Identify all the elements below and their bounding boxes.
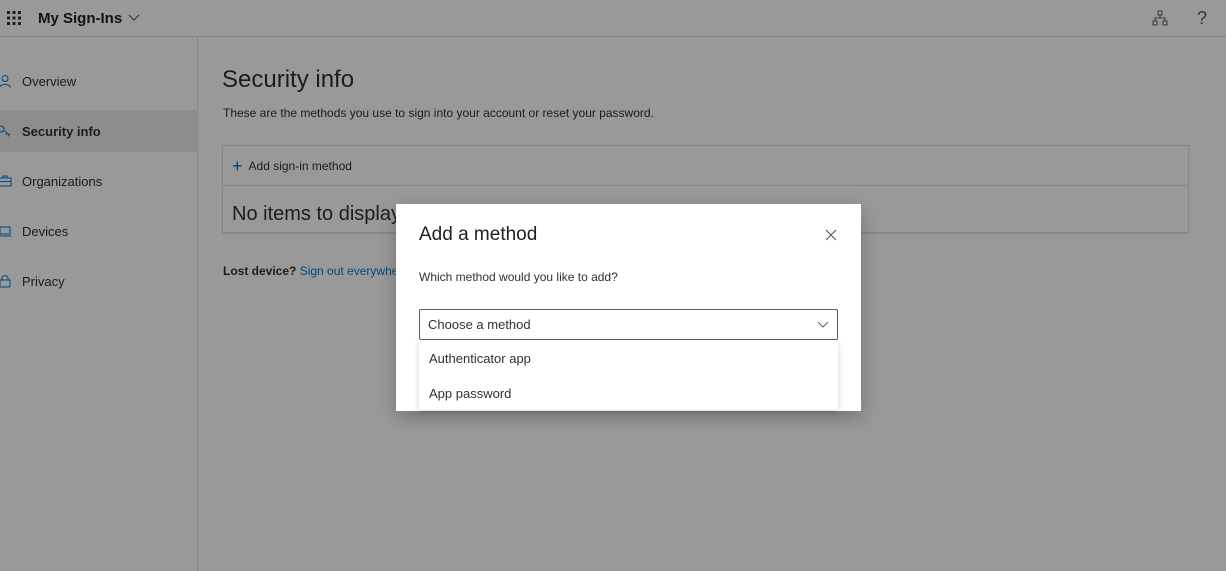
close-icon bbox=[825, 229, 837, 241]
add-method-dialog: Add a method Which method would you like… bbox=[396, 204, 861, 411]
method-dropdown-list: Authenticator app App password bbox=[419, 341, 838, 410]
option-app-password[interactable]: App password bbox=[419, 376, 838, 411]
chevron-down-icon bbox=[817, 321, 829, 329]
method-select[interactable]: Choose a method bbox=[419, 309, 838, 340]
dialog-title: Add a method bbox=[419, 224, 538, 245]
method-select-value: Choose a method bbox=[428, 317, 531, 332]
dialog-question: Which method would you like to add? bbox=[419, 270, 618, 284]
close-button[interactable] bbox=[819, 223, 843, 247]
option-authenticator-app[interactable]: Authenticator app bbox=[419, 341, 838, 376]
